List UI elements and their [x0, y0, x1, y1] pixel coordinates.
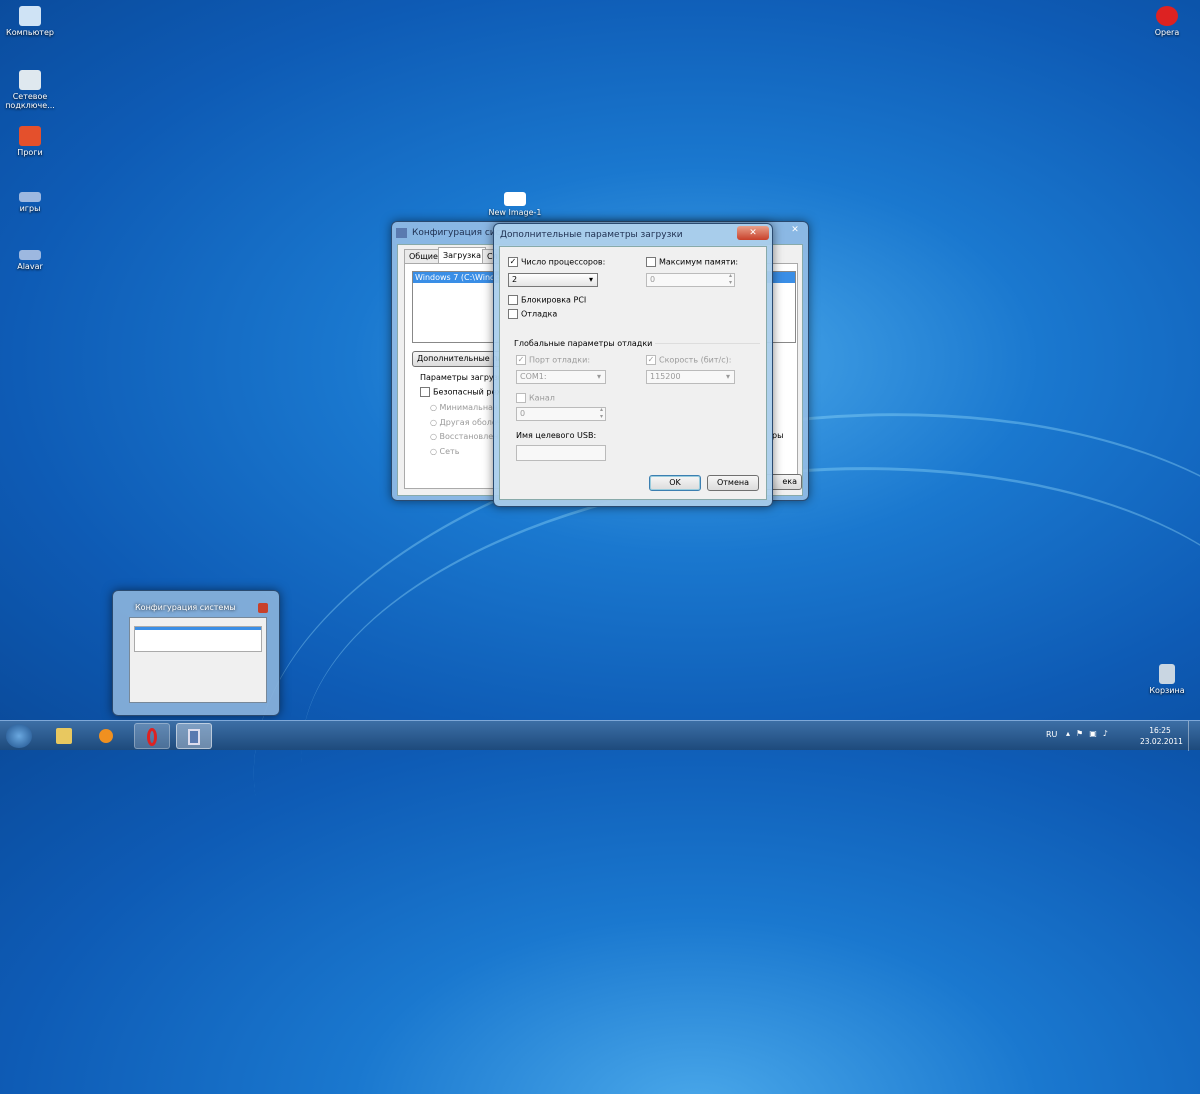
language-indicator[interactable]: RU	[1046, 730, 1057, 739]
close-icon[interactable]	[258, 603, 268, 613]
recycle-bin-icon	[1159, 664, 1175, 684]
taskbar-explorer[interactable]	[46, 723, 82, 749]
desktop-icon-progi[interactable]: Проги	[0, 126, 60, 157]
desktop-icon-new-image[interactable]: New Image-1	[485, 192, 545, 217]
taskbar-media-player[interactable]	[88, 723, 124, 749]
tray-icons[interactable]: ▴⚑▣♪	[1066, 729, 1114, 738]
desktop-icon-network[interactable]: Сетевое подключе...	[0, 70, 60, 110]
num-processors-select[interactable]: 2 ▾	[508, 273, 598, 287]
volume-icon: ♪	[1102, 729, 1114, 738]
baud-rate-checkbox[interactable]: ✓ Скорость (бит/с):	[646, 355, 731, 365]
max-memory-spinner[interactable]: 0 ▴ ▾	[646, 272, 735, 287]
num-processors-checkbox[interactable]: ✓ Число процессоров:	[508, 257, 605, 267]
network-icon: ▣	[1089, 729, 1103, 738]
msconfig-icon	[188, 729, 200, 745]
close-button[interactable]: ✕	[737, 226, 769, 240]
taskbar: RU ▴⚑▣♪ 16:25 23.02.2011	[0, 720, 1200, 751]
pci-lock-checkbox[interactable]: Блокировка PCI	[508, 295, 586, 305]
desktop-icon-alavar[interactable]: Alavar	[0, 250, 60, 271]
desktop-icon-computer[interactable]: Компьютер	[0, 6, 60, 37]
desktop-icon-opera[interactable]: Opera	[1137, 6, 1197, 37]
computer-icon	[19, 6, 41, 26]
taskbar-sysconfig[interactable]	[176, 723, 212, 749]
taskbar-opera[interactable]	[134, 723, 170, 749]
advanced-boot-dialog: Дополнительные параметры загрузки ✕ ✓ Чис…	[493, 223, 773, 507]
spinner-arrows-icon: ▴ ▾	[728, 272, 732, 286]
global-debug-label: Глобальные параметры отладки	[514, 339, 656, 348]
show-hidden-icon: ▴	[1066, 729, 1077, 738]
image-file-icon	[504, 192, 526, 206]
folder-icon	[56, 728, 72, 744]
debug-port-select[interactable]: COM1: ▾	[516, 370, 606, 384]
flag-icon: ⚑	[1076, 729, 1090, 738]
desktop-icon-recycle-bin[interactable]: Корзина	[1137, 664, 1197, 695]
max-memory-checkbox[interactable]: Максимум памяти:	[646, 257, 738, 267]
ok-button[interactable]: OK	[649, 475, 701, 491]
chevron-down-icon: ▾	[588, 275, 593, 284]
cancel-button[interactable]: Отмена	[707, 475, 759, 491]
folder-icon	[19, 126, 41, 146]
dialog-title: Дополнительные параметры загрузки	[500, 230, 683, 240]
channel-checkbox[interactable]: Канал	[516, 393, 555, 403]
media-player-icon	[99, 729, 113, 743]
close-icon: ✕	[749, 228, 757, 238]
baud-rate-select[interactable]: 115200 ▾	[646, 370, 735, 384]
thumbnail-preview	[129, 617, 267, 703]
thumbnail-title: Конфигурация системы	[135, 603, 236, 612]
right-option-text: ры	[772, 431, 784, 440]
start-button[interactable]	[6, 724, 32, 748]
usb-target-input[interactable]	[516, 445, 606, 461]
close-icon[interactable]: ✕	[788, 225, 802, 238]
tab-boot[interactable]: Загрузка	[438, 247, 487, 263]
debug-checkbox[interactable]: Отладка	[508, 309, 557, 319]
debug-port-checkbox[interactable]: ✓ Порт отладки:	[516, 355, 590, 365]
channel-spinner[interactable]: 0 ▴ ▾	[516, 406, 606, 421]
desktop-icon-games[interactable]: игры	[0, 192, 60, 213]
shortcut-icon	[19, 250, 41, 260]
shortcut-icon	[19, 192, 41, 202]
taskbar-thumbnail[interactable]: Конфигурация системы	[112, 590, 280, 716]
opera-icon	[1156, 6, 1178, 26]
opera-icon	[147, 728, 157, 746]
usb-target-label: Имя целевого USB:	[516, 431, 597, 440]
network-icon	[19, 70, 41, 90]
clock[interactable]: 16:25 23.02.2011	[1140, 725, 1183, 747]
app-icon	[396, 228, 407, 238]
show-desktop-button[interactable]	[1188, 721, 1200, 751]
